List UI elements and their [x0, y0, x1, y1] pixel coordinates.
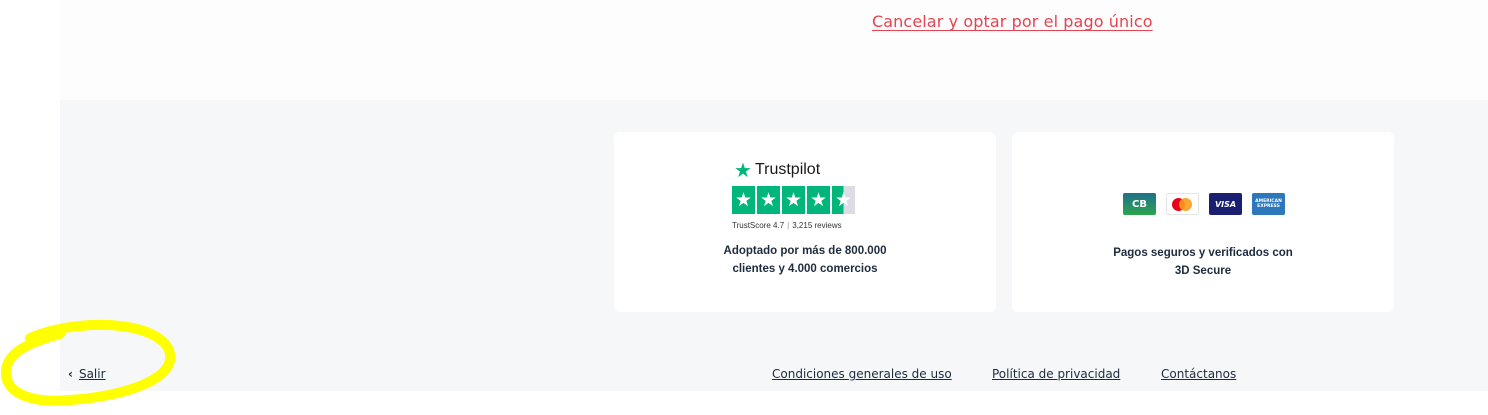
rating-stars: ★ ★ ★ ★ ★: [732, 186, 855, 214]
payment-methods: CB VISA AMERICAN EXPRESS: [1123, 193, 1285, 215]
cb-card-icon: CB: [1123, 193, 1156, 215]
trust-line-1: Adoptado por más de 800.000: [723, 245, 887, 257]
trustpilot-logo: ★ Trustpilot: [734, 160, 820, 180]
trustscore-value: TrustScore 4.7: [732, 221, 785, 230]
privacy-link[interactable]: Política de privacidad: [992, 367, 1120, 381]
visa-icon: VISA: [1209, 193, 1242, 215]
separator: |: [787, 221, 790, 230]
chevron-left-icon: ‹: [68, 367, 73, 381]
payment-line-2: 3D Secure: [1174, 265, 1232, 277]
trustpilot-card: ★ Trustpilot ★ ★ ★ ★ ★ TrustScore 4.7 | 3,…: [614, 132, 996, 312]
checkout-page: Cancelar y optar por el pago único ★ Tru…: [0, 0, 1488, 415]
trustscore-line: TrustScore 4.7 | 3,215 reviews: [732, 221, 842, 230]
trust-line-2: clientes y 4.000 comercios: [732, 263, 878, 275]
trust-description: Adoptado por más de 800.000 clientes y 4…: [614, 242, 996, 278]
review-count: 3,215 reviews: [792, 221, 842, 230]
top-panel: [60, 0, 1488, 100]
secure-payment-card: CB VISA AMERICAN EXPRESS Pagos seguros y…: [1012, 132, 1394, 312]
visa-text: VISA: [1214, 199, 1237, 209]
contact-link[interactable]: Contáctanos: [1161, 367, 1236, 381]
exit-label[interactable]: Salir: [79, 367, 106, 381]
mastercard-icon: [1166, 193, 1199, 215]
american-express-icon: AMERICAN EXPRESS: [1252, 193, 1285, 215]
star-icon: ★: [782, 186, 805, 214]
star-icon: ★: [732, 186, 755, 214]
cb-text: CB: [1132, 198, 1147, 210]
payment-description: Pagos seguros y verificados con 3D Secur…: [1012, 244, 1394, 280]
cancel-subscription-link[interactable]: Cancelar y optar por el pago único: [872, 12, 1153, 31]
star-icon: ★: [757, 186, 780, 214]
half-star-icon: ★: [832, 186, 855, 214]
terms-link[interactable]: Condiciones generales de uso: [772, 367, 952, 381]
trustpilot-brand: Trustpilot: [754, 161, 821, 178]
exit-link[interactable]: ‹ Salir: [68, 367, 106, 381]
amex-text: AMERICAN EXPRESS: [1255, 199, 1282, 209]
payment-line-1: Pagos seguros y verificados con: [1113, 247, 1293, 259]
star-icon: ★: [807, 186, 830, 214]
trustpilot-star-icon: ★: [734, 158, 752, 182]
